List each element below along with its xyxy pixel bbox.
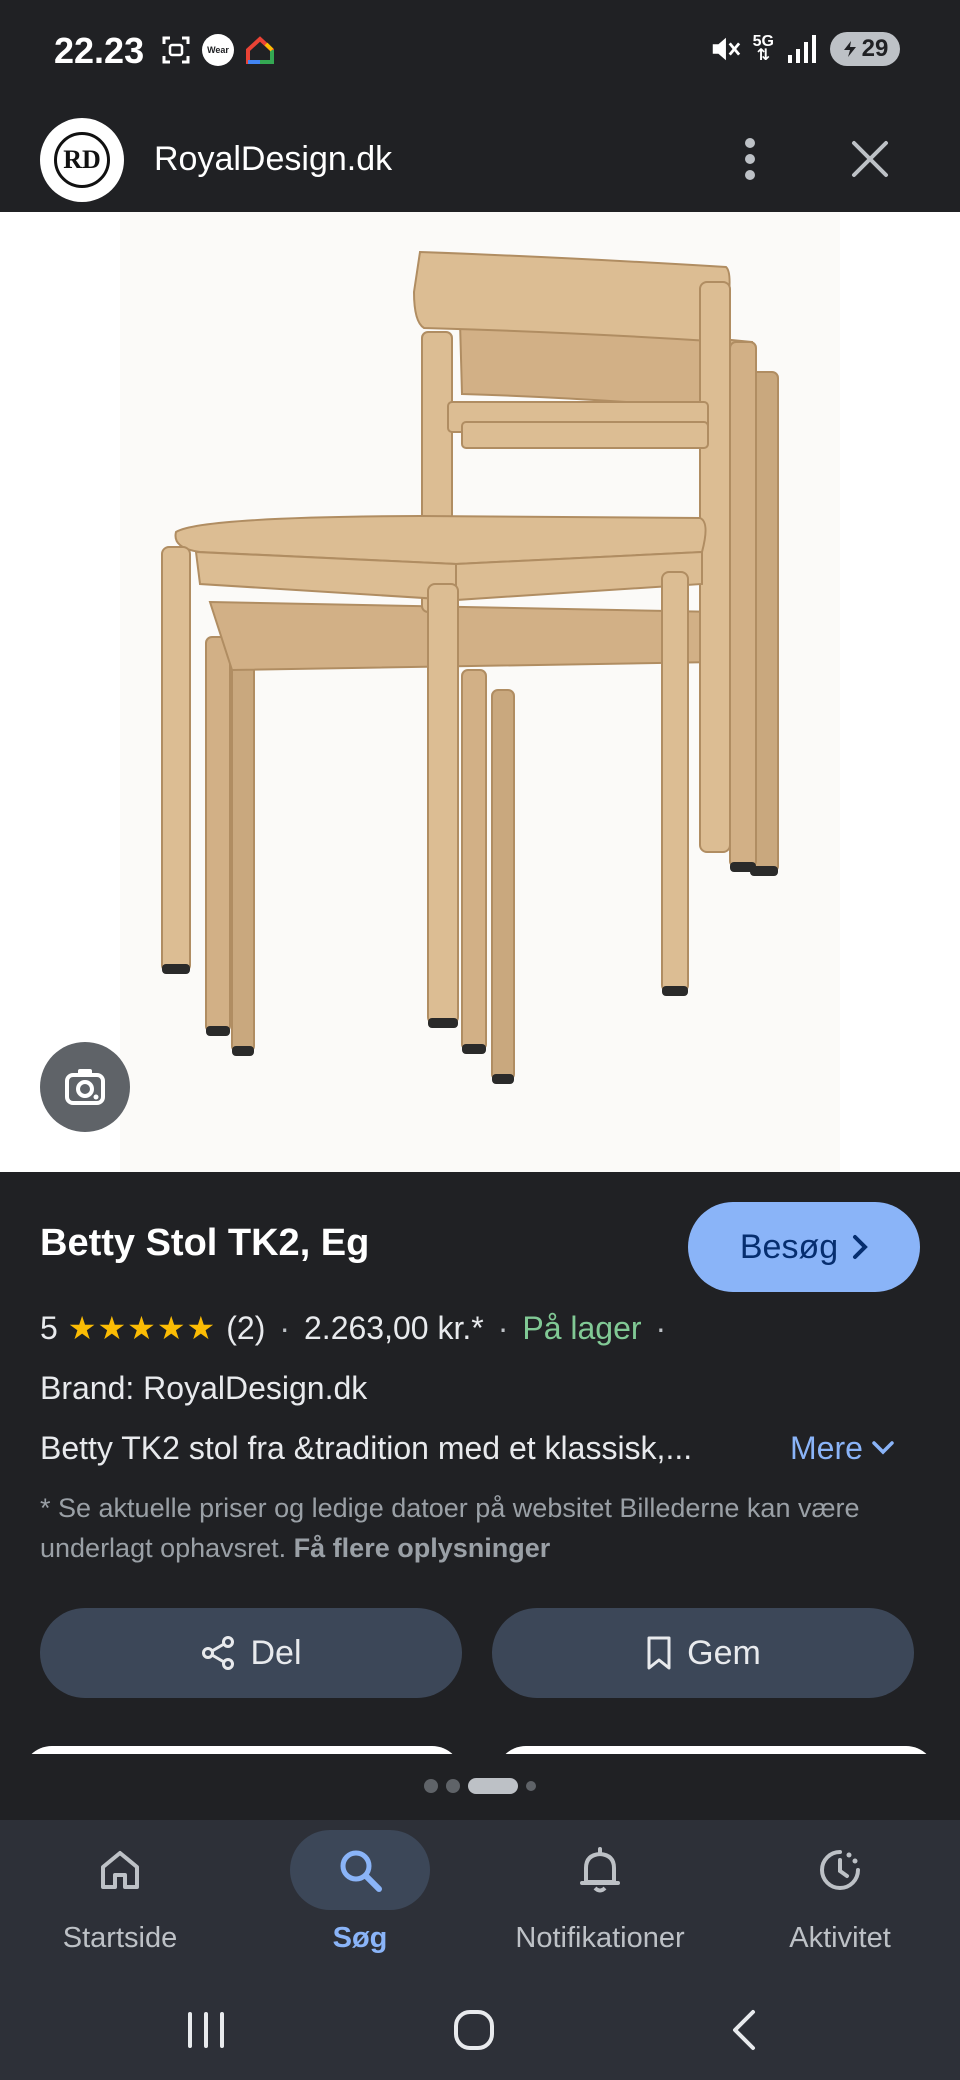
separator-dot: · xyxy=(279,1309,290,1346)
nav-activity-label: Aktivitet xyxy=(789,1922,891,1954)
disclaimer: * Se aktuelle priser og ledige datoer på… xyxy=(40,1488,920,1568)
more-button[interactable]: Mere xyxy=(790,1426,895,1470)
share-label: Del xyxy=(250,1633,302,1672)
wear-icon: Wear xyxy=(202,34,234,66)
chevron-down-icon xyxy=(872,1441,894,1455)
nav-search-label: Søg xyxy=(332,1922,388,1954)
lens-icon xyxy=(65,1069,105,1105)
chevron-right-icon xyxy=(853,1235,868,1259)
battery-level: 29 xyxy=(861,35,889,62)
page-indicator xyxy=(0,1776,960,1796)
signal-icon xyxy=(786,33,818,65)
nav-notifications-label: Notifikationer xyxy=(515,1922,685,1954)
share-button[interactable]: Del xyxy=(40,1608,462,1698)
status-right-icons: 5G ⇅ 29 xyxy=(709,32,900,66)
bell-icon xyxy=(580,1847,620,1893)
visit-button[interactable]: Besøg xyxy=(688,1202,920,1292)
bottom-nav: Startside Søg Notifikationer Aktivitet xyxy=(0,1820,960,1970)
recents-button[interactable] xyxy=(156,1990,256,2070)
page-dot-active xyxy=(468,1778,518,1794)
star-rating-icon: ★★★★★ xyxy=(67,1310,217,1346)
visit-label: Besøg xyxy=(739,1227,839,1266)
battery-indicator: 29 xyxy=(830,32,900,66)
more-label: Mere xyxy=(790,1429,863,1466)
bookmark-icon xyxy=(647,1636,671,1670)
site-logo-mark: RD xyxy=(54,132,110,188)
rating-count: (2) xyxy=(226,1309,266,1346)
stock-status: På lager xyxy=(522,1309,642,1346)
back-button[interactable] xyxy=(694,1990,794,2070)
back-icon xyxy=(733,2010,755,2050)
product-price: 2.263,00 kr.* xyxy=(304,1309,484,1346)
save-label: Gem xyxy=(687,1633,761,1672)
recents-icon xyxy=(188,2012,224,2048)
page-dot xyxy=(526,1781,536,1791)
site-header: RD RoyalDesign.dk xyxy=(0,104,960,212)
search-icon xyxy=(340,1850,382,1892)
more-vert-icon xyxy=(745,138,755,180)
nav-notifications[interactable]: Notifikationer xyxy=(480,1830,720,1970)
network-5g-icon: 5G ⇅ xyxy=(752,33,774,64)
close-icon xyxy=(852,141,888,177)
save-button[interactable]: Gem xyxy=(492,1608,914,1698)
home-icon xyxy=(101,1851,139,1889)
nav-activity[interactable]: Aktivitet xyxy=(720,1830,960,1970)
product-image-chairs xyxy=(120,212,840,1172)
mute-icon xyxy=(709,33,741,65)
share-icon xyxy=(202,1636,235,1670)
status-left-icons: Wear xyxy=(160,34,276,66)
close-button[interactable] xyxy=(840,124,900,194)
nav-home-label: Startside xyxy=(62,1922,178,1954)
brand-line: Brand: RoyalDesign.dk xyxy=(40,1370,368,1406)
nav-search[interactable]: Søg xyxy=(240,1830,480,1970)
home-circle-icon xyxy=(454,2010,494,2050)
product-info-panel: Betty Stol TK2, Eg Besøg 5 ★★★★★ (2) · 2… xyxy=(0,1172,960,1820)
separator-dot: · xyxy=(655,1309,667,1346)
page-dot xyxy=(446,1779,460,1793)
site-name[interactable]: RoyalDesign.dk xyxy=(154,140,392,179)
google-lens-button[interactable] xyxy=(40,1042,130,1132)
google-home-icon xyxy=(244,34,276,66)
status-bar: 22.23 Wear 5G ⇅ 29 xyxy=(0,0,960,104)
rating-value: 5 xyxy=(40,1309,58,1346)
product-description: Betty TK2 stol fra &tradition med et kla… xyxy=(40,1430,693,1466)
separator-dot: · xyxy=(497,1309,509,1346)
product-image-area[interactable] xyxy=(0,212,960,1172)
site-logo[interactable]: RD xyxy=(40,118,124,202)
screenshot-icon xyxy=(160,34,192,66)
status-time: 22.23 xyxy=(54,30,145,71)
system-nav-bar xyxy=(0,1970,960,2080)
activity-icon xyxy=(820,1850,860,1890)
product-title: Betty Stol TK2, Eg xyxy=(40,1222,370,1264)
page-dot xyxy=(424,1779,438,1793)
more-options-button[interactable] xyxy=(730,124,770,194)
nav-home[interactable]: Startside xyxy=(0,1830,240,1970)
home-button[interactable] xyxy=(424,1990,524,2070)
more-info-link[interactable]: Få flere oplysninger xyxy=(294,1533,551,1563)
product-meta-row: 5 ★★★★★ (2) · 2.263,00 kr.* · På lager · xyxy=(40,1304,670,1352)
